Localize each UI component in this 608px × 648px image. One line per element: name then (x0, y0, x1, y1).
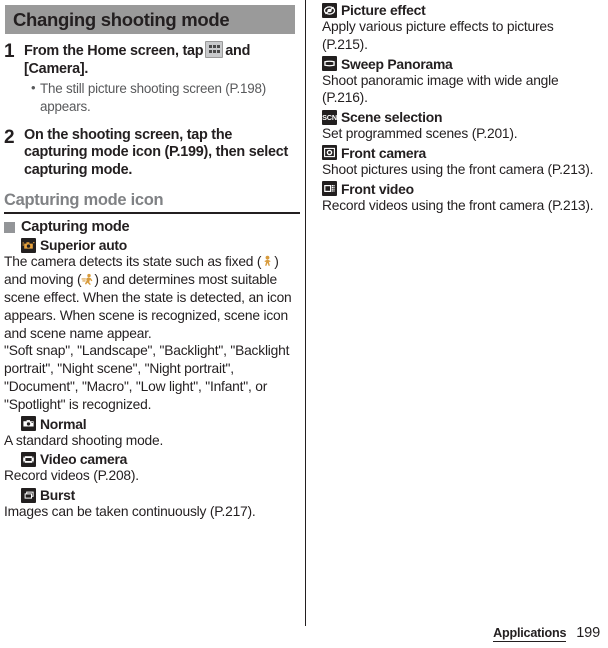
subheading-label: Capturing mode icon (4, 191, 164, 210)
step-1: 1 From the Home screen, tap and [Camera].… (4, 41, 294, 116)
page-number: 199 (576, 625, 600, 641)
mode-desc-superior-auto-scenes: "Soft snap", "Landscape", "Backlight", "… (4, 343, 290, 412)
mode-label-superior-auto: Superior auto (40, 237, 128, 254)
page-footer: Applications 199 (0, 614, 608, 648)
column-divider (305, 0, 306, 626)
mode-desc-normal: A standard shooting mode. (4, 432, 164, 448)
apps-grid-icon (205, 41, 224, 58)
step-1-number: 1 (4, 41, 15, 62)
mode-desc-front-camera: Shoot pictures using the front camera (P… (322, 161, 594, 177)
footer-inner: Applications 199 (493, 625, 600, 642)
step-2-number: 2 (4, 126, 15, 148)
picture-effect-icon (322, 2, 337, 18)
mode-label-front-camera: Front camera (341, 144, 427, 161)
mode-item-scene-selection: SCN Scene selection (322, 109, 603, 125)
mode-item-normal: Normal (21, 416, 295, 432)
step-1-title: From the Home screen, tap and [Camera]. (24, 41, 294, 78)
scene-selection-icon: SCN (322, 109, 337, 125)
sweep-panorama-icon (322, 56, 337, 72)
step-1-body: From the Home screen, tap and [Camera]. •… (24, 41, 294, 116)
manual-page: Changing shooting mode 1 From the Home s… (0, 0, 608, 648)
desc-part-1: The camera detects its state such as fix… (4, 254, 262, 270)
mode-item-superior-auto: Superior auto (21, 237, 295, 253)
section-header-bar: Changing shooting mode (5, 5, 295, 34)
step-2-title: On the shooting screen, tap the capturin… (24, 126, 289, 178)
mode-label-normal: Normal (40, 415, 87, 432)
step-2-body: On the shooting screen, tap the capturin… (24, 127, 294, 180)
mode-label-video-camera: Video camera (40, 451, 128, 468)
front-video-icon (322, 181, 337, 197)
mode-item-picture-effect: Picture effect (322, 2, 603, 18)
normal-camera-icon (21, 416, 36, 432)
step-1-title-before: From the Home screen, tap (24, 43, 204, 59)
group-heading-capturing-mode: Capturing mode (4, 219, 295, 235)
mode-item-front-camera: Front camera (322, 145, 603, 161)
mode-desc-front-video: Record videos using the front camera (P.… (322, 197, 594, 213)
mode-item-video-camera: Video camera (21, 451, 295, 467)
square-bullet-icon (4, 221, 15, 233)
page-title: Changing shooting mode (13, 8, 230, 30)
step-2: 2 On the shooting screen, tap the captur… (4, 127, 294, 180)
mode-desc-sweep-panorama: Shoot panoramic image with wide angle (P… (322, 72, 559, 106)
right-column: Picture effect Apply various picture eff… (318, 0, 608, 215)
mode-desc-superior-auto: The camera detects its state such as fix… (4, 253, 294, 342)
moving-person-icon (81, 273, 94, 286)
mode-label-sweep-panorama: Sweep Panorama (341, 55, 453, 72)
mode-label-scene-selection: Scene selection (341, 109, 443, 126)
fixed-person-icon (261, 255, 274, 268)
mode-desc-scene-selection: Set programmed scenes (P.201). (322, 126, 518, 142)
mode-desc-burst: Images can be taken continuously (P.217)… (4, 504, 256, 520)
mode-item-sweep-panorama: Sweep Panorama (322, 56, 603, 72)
video-camera-icon (21, 451, 36, 467)
mode-label-burst: Burst (40, 487, 76, 504)
mode-desc-picture-effect: Apply various picture effects to picture… (322, 19, 554, 52)
superior-auto-icon (21, 237, 36, 253)
subheading-rule (4, 212, 300, 215)
left-column: Changing shooting mode 1 From the Home s… (0, 0, 300, 521)
step-1-bullet-text: The still picture shooting screen (P.198… (40, 81, 267, 114)
mode-desc-video-camera: Record videos (P.208). (4, 468, 139, 484)
footer-chapter-label: Applications (493, 626, 567, 642)
front-camera-icon (322, 145, 337, 161)
group-heading-label: Capturing mode (21, 219, 130, 236)
mode-item-front-video: Front video (322, 181, 603, 197)
step-1-bullet: • The still picture shooting screen (P.1… (24, 80, 294, 116)
burst-icon (21, 487, 36, 503)
scene-selection-icon-text: SCN (322, 112, 337, 122)
subheading-capturing-mode-icon: Capturing mode icon (4, 191, 300, 215)
mode-item-burst: Burst (21, 487, 295, 503)
bullet-dot-icon: • (31, 80, 36, 96)
mode-label-picture-effect: Picture effect (341, 2, 426, 18)
mode-label-front-video: Front video (341, 180, 414, 197)
